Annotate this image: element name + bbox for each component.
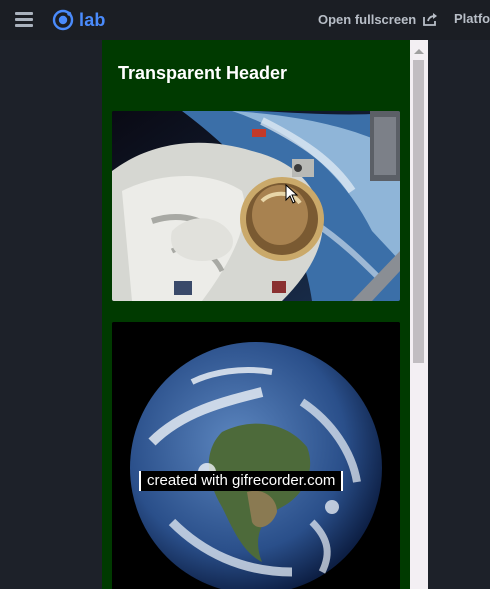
page-title: Transparent Header [118,63,288,83]
open-fullscreen-label: Open fullscreen [318,11,417,27]
ionic-lab-logo[interactable]: lab [52,9,106,31]
mouse-pointer-icon [285,184,299,204]
astronaut-image [112,111,400,301]
share-icon [423,13,438,26]
scrollbar[interactable] [410,40,428,589]
ionic-logo-icon [52,9,74,31]
logo-text: lab [79,9,106,30]
astronaut-card [112,111,400,301]
watermark: created with gifrecorder.com [139,471,344,491]
earth-card [112,322,400,589]
earth-image [112,322,400,589]
scroll-up-icon[interactable] [414,49,424,54]
open-fullscreen-button[interactable]: Open fullscreen [318,11,438,27]
platform-dropdown[interactable]: Platfo [454,11,490,26]
menu-icon[interactable] [15,12,33,28]
device-preview: Transparent Header [102,40,428,589]
scrollbar-thumb[interactable] [413,60,424,363]
top-bar: lab Open fullscreen Platfo [0,0,490,40]
